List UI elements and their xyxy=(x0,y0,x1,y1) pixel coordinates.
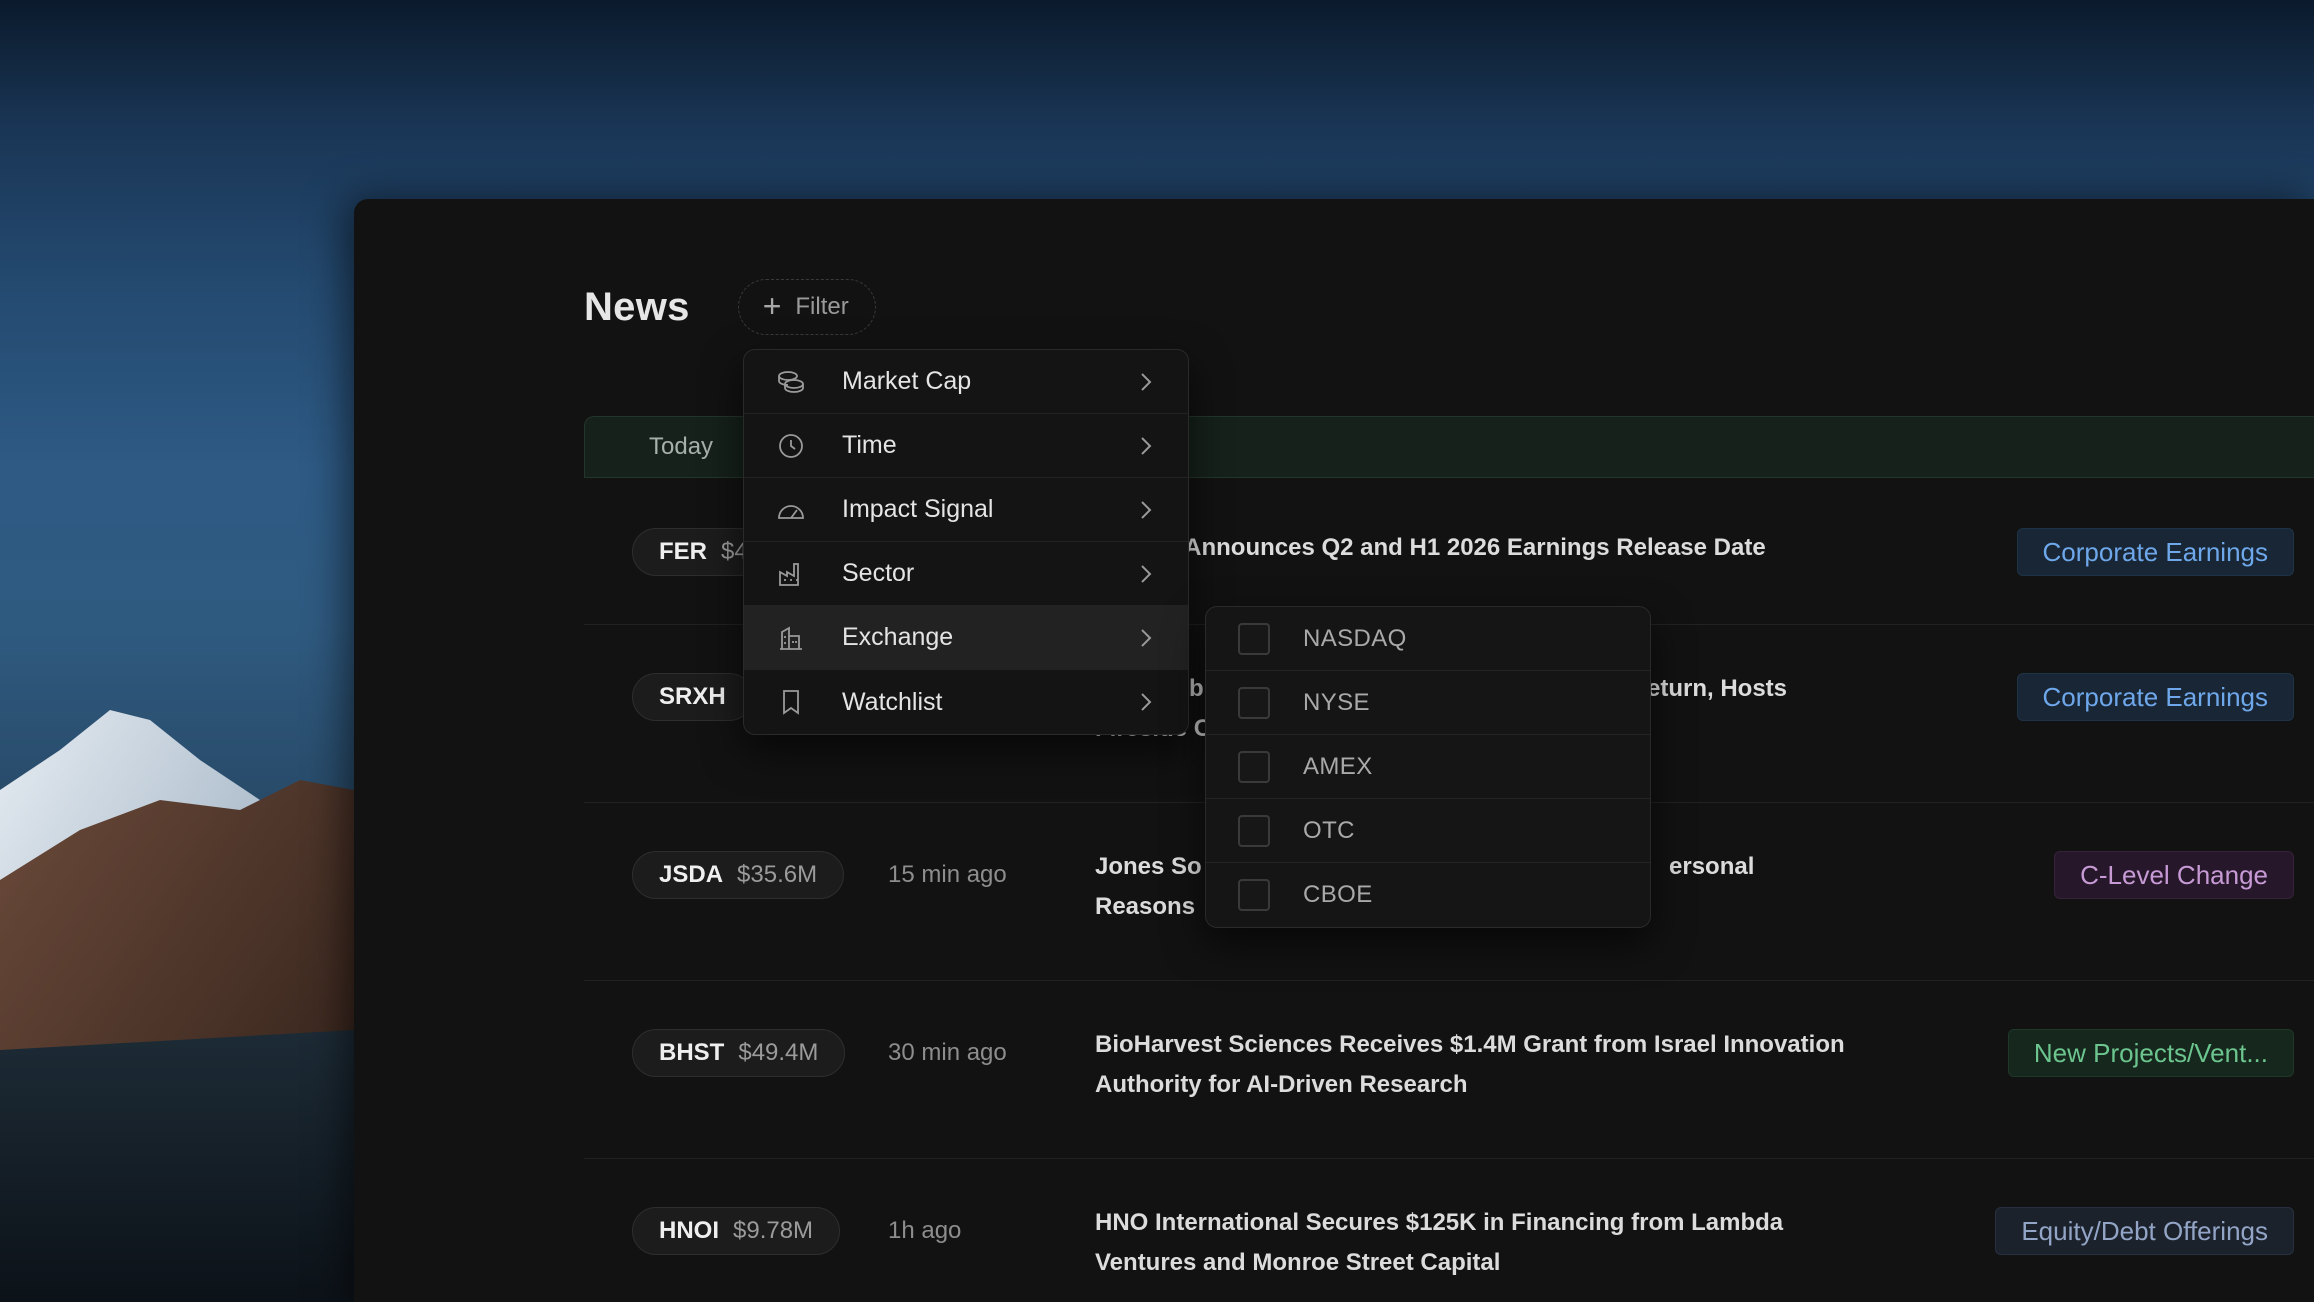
market-cap: $49.4M xyxy=(738,1039,819,1066)
chevron-right-icon xyxy=(1141,436,1152,455)
menu-item-label: Time xyxy=(842,431,897,459)
date-group-label: Today xyxy=(649,433,714,460)
chevron-right-icon xyxy=(1141,564,1152,583)
ticker-symbol: JSDA xyxy=(659,861,724,888)
page-title: News xyxy=(584,284,690,329)
exchange-option-nasdaq[interactable]: NASDAQ xyxy=(1206,607,1650,671)
exchange-option-label: NASDAQ xyxy=(1303,624,1407,652)
exchange-option-cboe[interactable]: CBOE xyxy=(1206,863,1650,927)
news-row[interactable]: BHST $49.4M 30 min ago BioHarvest Scienc… xyxy=(584,981,2314,1159)
headline[interactable]: l SE Announces Q2 and H1 2026 Earnings R… xyxy=(1133,528,1893,568)
menu-item-label: Market Cap xyxy=(842,367,972,395)
ticker-symbol: SRXH xyxy=(659,683,726,710)
exchange-submenu: NASDAQ NYSE AMEX OTC CBOE xyxy=(1205,606,1651,928)
headline[interactable]: BioHarvest Sciences Receives $1.4M Grant… xyxy=(1095,1025,1855,1105)
category-tag[interactable]: Corporate Earnings xyxy=(2016,528,2294,576)
ticker-pill[interactable]: HNOI $9.78M xyxy=(632,1207,841,1255)
gauge-icon xyxy=(776,495,806,525)
menu-item-exchange[interactable]: Exchange xyxy=(744,606,1188,670)
chevron-right-icon xyxy=(1141,500,1152,519)
ticker-pill[interactable]: JSDA $35.6M xyxy=(632,851,845,899)
menu-item-watchlist[interactable]: Watchlist xyxy=(744,670,1188,734)
chevron-right-icon xyxy=(1141,693,1152,711)
checkbox[interactable] xyxy=(1238,750,1270,783)
time-ago: 15 min ago xyxy=(888,861,1007,888)
checkbox[interactable] xyxy=(1238,686,1270,719)
market-cap: $35.6M xyxy=(737,861,818,888)
headline[interactable]: HNO International Secures $125K in Finan… xyxy=(1095,1203,1855,1283)
plus-icon: + xyxy=(762,287,782,324)
exchange-option-label: OTC xyxy=(1303,816,1355,844)
menu-item-time[interactable]: Time xyxy=(744,414,1188,478)
market-cap: $9.78M xyxy=(733,1217,814,1244)
menu-item-sector[interactable]: Sector xyxy=(744,542,1188,606)
chevron-right-icon xyxy=(1141,372,1152,391)
bookmark-icon xyxy=(776,687,806,717)
ticker-symbol: BHST xyxy=(659,1039,725,1066)
building-icon xyxy=(776,623,806,653)
menu-item-market-cap[interactable]: Market Cap xyxy=(744,350,1188,414)
category-tag[interactable]: Equity/Debt Offerings xyxy=(1995,1207,2294,1255)
checkbox[interactable] xyxy=(1238,879,1270,911)
ticker-pill[interactable]: BHST $49.4M xyxy=(632,1029,846,1077)
checkbox[interactable] xyxy=(1238,814,1270,847)
exchange-option-nyse[interactable]: NYSE xyxy=(1206,671,1650,735)
menu-item-label: Watchlist xyxy=(842,687,943,716)
ticker-symbol: HNOI xyxy=(659,1217,719,1244)
exchange-option-amex[interactable]: AMEX xyxy=(1206,735,1650,799)
exchange-option-label: AMEX xyxy=(1303,752,1373,780)
category-tag[interactable]: New Projects/Vent... xyxy=(2007,1029,2294,1077)
menu-item-impact-signal[interactable]: Impact Signal xyxy=(744,478,1188,542)
headline-fragment: eturn, Hosts xyxy=(1647,675,1788,702)
headline-fragment: Jones So xyxy=(1095,853,1202,880)
menu-item-label: Exchange xyxy=(842,623,954,651)
checkbox[interactable] xyxy=(1238,622,1270,655)
page-header: News + Filter xyxy=(584,279,876,335)
chevron-right-icon xyxy=(1141,628,1152,647)
clock-icon xyxy=(776,431,806,461)
menu-item-label: Impact Signal xyxy=(842,495,994,523)
filter-button-label: Filter xyxy=(795,293,849,320)
ticker-symbol: FER xyxy=(659,538,707,565)
time-ago: 1h ago xyxy=(888,1217,962,1244)
news-row[interactable]: HNOI $9.78M 1h ago HNO International Sec… xyxy=(584,1159,2314,1302)
factory-icon xyxy=(776,559,806,589)
exchange-option-label: NYSE xyxy=(1303,688,1370,716)
ticker-pill[interactable]: SRXH xyxy=(632,673,753,721)
filter-menu: Market Cap Time Impact Signal Sector Exc… xyxy=(743,349,1189,735)
menu-item-label: Sector xyxy=(842,559,915,587)
exchange-option-otc[interactable]: OTC xyxy=(1206,799,1650,863)
headline-fragment: ersonal xyxy=(1669,853,1755,880)
category-tag[interactable]: Corporate Earnings xyxy=(2016,673,2294,721)
time-ago: 30 min ago xyxy=(888,1039,1007,1066)
headline-fragment: b xyxy=(1189,675,1204,702)
category-tag[interactable]: C-Level Change xyxy=(2054,851,2294,899)
coins-icon xyxy=(776,367,806,397)
filter-button[interactable]: + Filter xyxy=(737,279,876,335)
exchange-option-label: CBOE xyxy=(1303,881,1373,908)
